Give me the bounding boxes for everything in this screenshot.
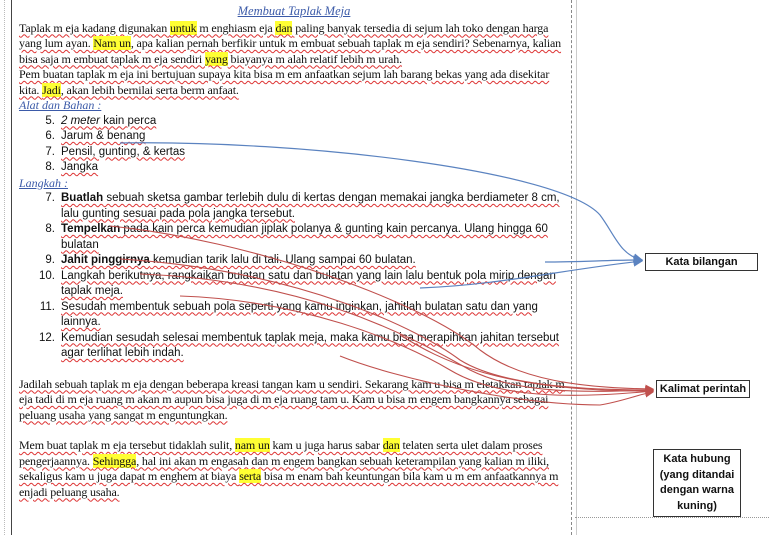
arrow-to-kata-bilangan (119, 142, 644, 263)
label-kata-hubung: Kata hubung (yang ditandai dengan warna … (653, 449, 741, 517)
arrow-to-kata-bilangan (419, 257, 644, 289)
label-kata-bilangan: Kata bilangan (645, 253, 758, 271)
arrow-to-kalimat-perintah (139, 273, 655, 395)
arrow-to-kalimat-perintah (109, 225, 655, 394)
arrow-to-kata-bilangan (544, 255, 644, 265)
label-kalimat-perintah: Kalimat perintah (656, 380, 750, 398)
red-arrows (109, 225, 655, 406)
blue-arrows (119, 142, 644, 289)
